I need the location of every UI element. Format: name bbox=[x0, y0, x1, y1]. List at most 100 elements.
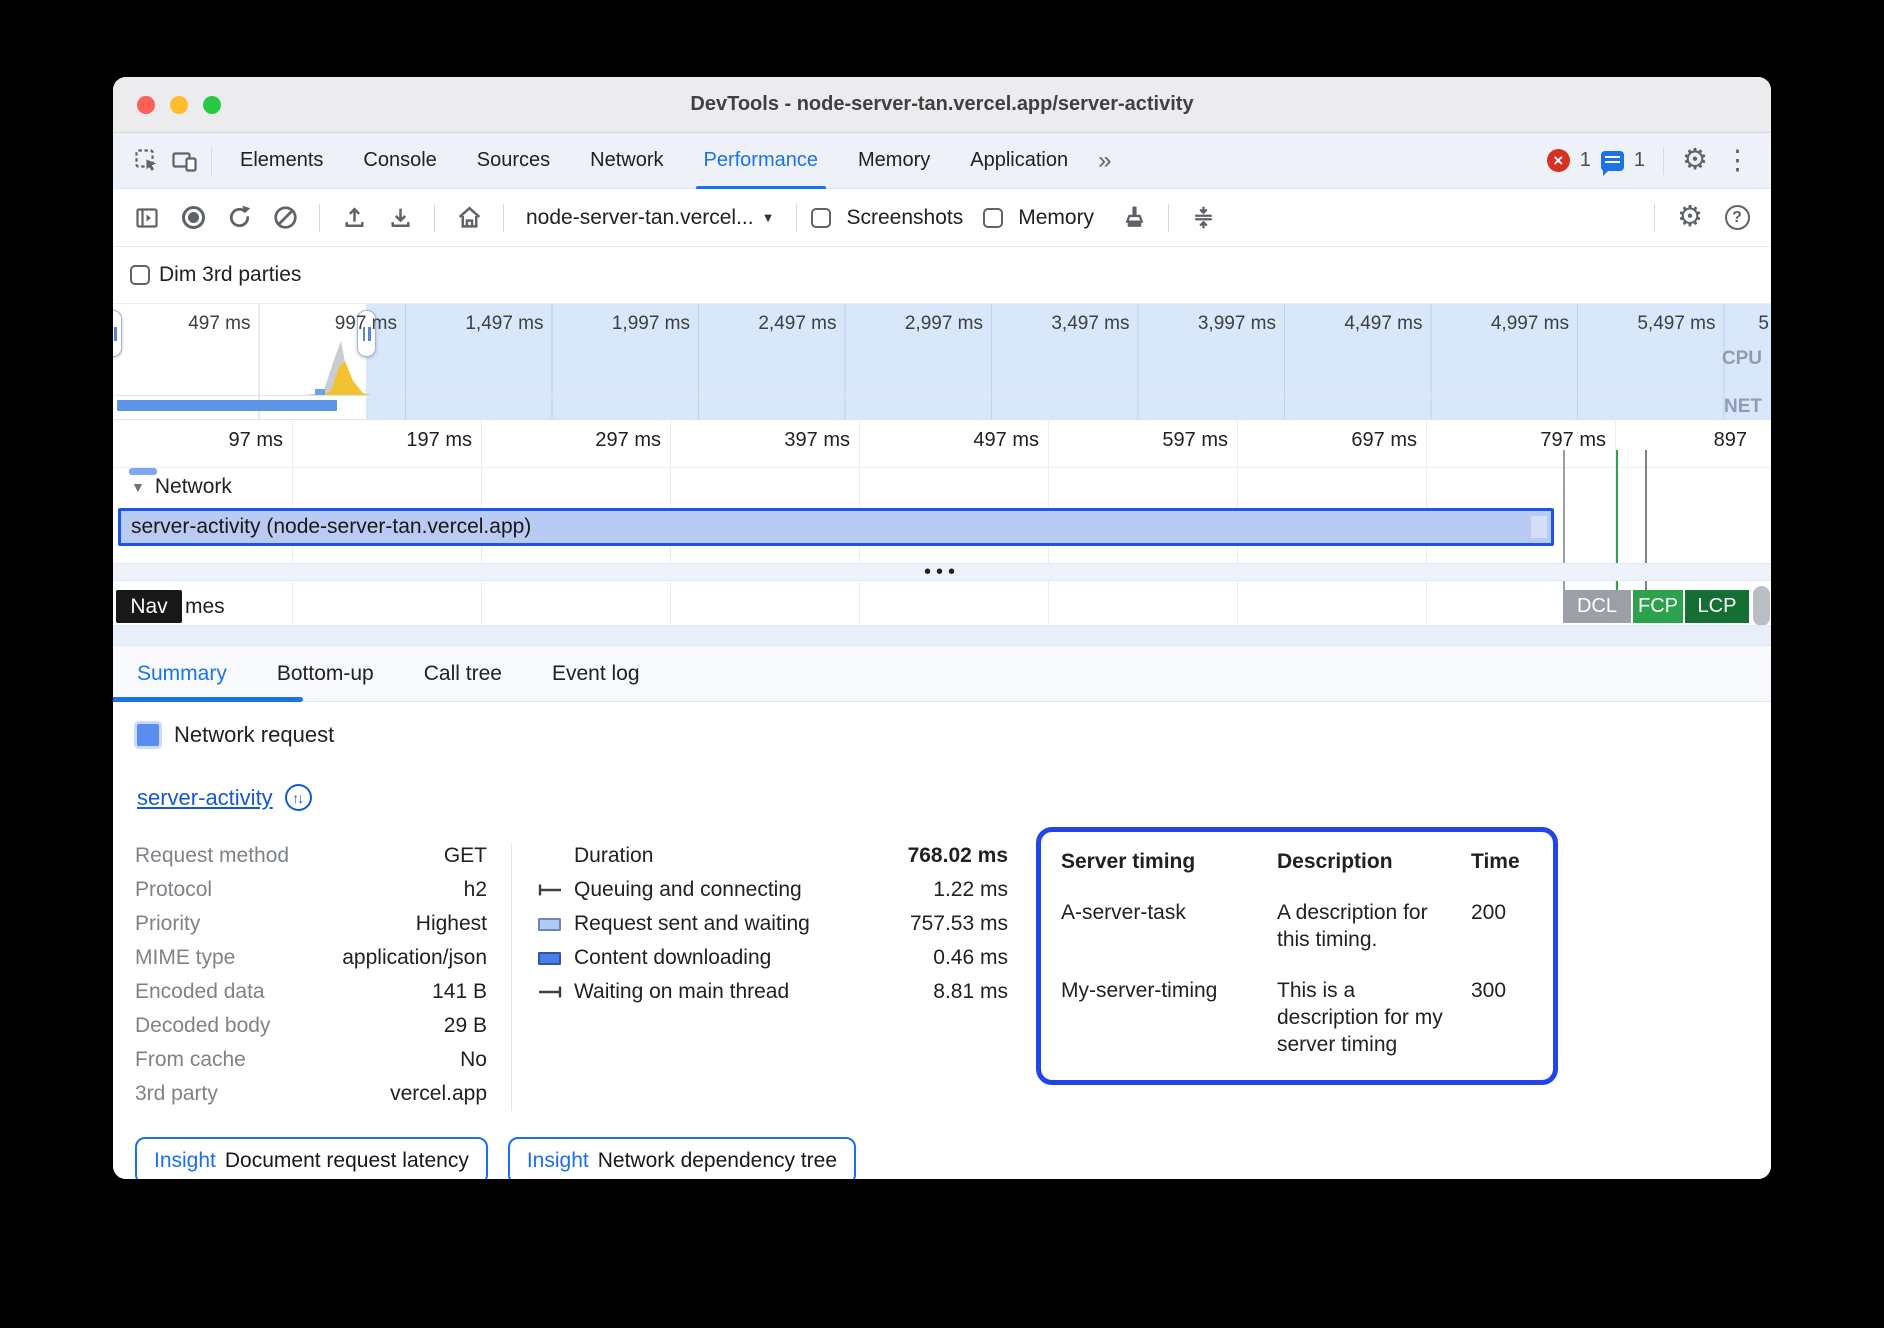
right-whisker-icon bbox=[538, 985, 574, 999]
light-bar-icon bbox=[538, 918, 574, 931]
divider bbox=[319, 204, 320, 232]
screenshots-checkbox[interactable] bbox=[811, 208, 831, 228]
overview-tick: 4,497 ms bbox=[1344, 313, 1422, 335]
garbage-collect-icon[interactable] bbox=[1114, 198, 1154, 238]
insight-document-request-latency-button[interactable]: Insight Document request latency bbox=[135, 1137, 488, 1179]
scrollbar-thumb[interactable] bbox=[1753, 586, 1770, 626]
upload-profile-icon[interactable] bbox=[334, 198, 374, 238]
network-request-bar-label: server-activity (node-server-tan.vercel.… bbox=[131, 515, 531, 539]
target-selector-dropdown[interactable]: node-server-tan.vercel...▼ bbox=[526, 206, 774, 230]
request-link[interactable]: server-activity bbox=[137, 785, 273, 811]
help-icon[interactable]: ? bbox=[1717, 198, 1757, 238]
request-properties: Request methodGET Protocolh2 PriorityHig… bbox=[135, 839, 487, 1111]
tab-sources[interactable]: Sources bbox=[457, 133, 570, 189]
perf-settings-gear-icon[interactable]: ⚙ bbox=[1677, 203, 1703, 232]
summary-panel: Network request server-activity ↑↓ Reque… bbox=[113, 702, 1771, 1179]
reveal-in-network-icon[interactable]: ↑↓ bbox=[285, 784, 312, 811]
network-track-header[interactable]: ▼ Network bbox=[131, 475, 232, 499]
tab-summary[interactable]: Summary bbox=[137, 662, 227, 686]
insight-network-dependency-tree-button[interactable]: Insight Network dependency tree bbox=[508, 1137, 856, 1179]
overview-tick: 2,497 ms bbox=[758, 313, 836, 335]
memory-checkbox[interactable] bbox=[983, 208, 1003, 228]
net-track-divider bbox=[113, 395, 1771, 396]
fcp-marker-badge[interactable]: FCP bbox=[1633, 590, 1683, 623]
request-details: Request methodGET Protocolh2 PriorityHig… bbox=[135, 839, 1747, 1111]
settings-gear-icon[interactable]: ⚙ bbox=[1682, 146, 1708, 175]
server-timing-time: 200 bbox=[1471, 899, 1533, 953]
home-icon[interactable] bbox=[449, 198, 489, 238]
timing-label: Content downloading bbox=[574, 941, 933, 975]
network-request-swatch bbox=[137, 724, 159, 746]
tab-application[interactable]: Application bbox=[950, 133, 1088, 189]
ruler-divider bbox=[113, 467, 1771, 468]
record-icon[interactable] bbox=[173, 198, 213, 238]
divider bbox=[1168, 204, 1169, 232]
reload-and-record-icon[interactable] bbox=[219, 198, 259, 238]
property-label: From cache bbox=[135, 1043, 246, 1077]
dim-third-parties-label: Dim 3rd parties bbox=[159, 263, 301, 287]
track-separator[interactable]: ••• bbox=[113, 563, 1771, 581]
tab-memory[interactable]: Memory bbox=[838, 133, 950, 189]
close-window-button[interactable] bbox=[137, 96, 155, 114]
divider bbox=[503, 204, 504, 232]
property-row: Encoded data141 B bbox=[135, 975, 487, 1009]
dcl-marker-badge[interactable]: DCL bbox=[1563, 590, 1631, 623]
timing-label: Queuing and connecting bbox=[574, 873, 933, 907]
minimize-window-button[interactable] bbox=[170, 96, 188, 114]
issues-icon[interactable] bbox=[1601, 151, 1624, 171]
timeline-overview[interactable]: CPU NET 497 ms997 ms1,497 ms1,997 ms2,49… bbox=[113, 303, 1771, 420]
toggle-sidebar-icon[interactable] bbox=[127, 198, 167, 238]
property-value: application/json bbox=[342, 941, 487, 975]
performance-toolbar: node-server-tan.vercel...▼ Screenshots M… bbox=[113, 189, 1771, 247]
property-label: Priority bbox=[135, 907, 200, 941]
bottom-tab-bar: Summary Bottom-up Call tree Event log bbox=[113, 645, 1771, 702]
device-toolbar-icon[interactable] bbox=[165, 142, 203, 180]
insight-prefix: Insight bbox=[527, 1149, 589, 1173]
kebab-menu-icon[interactable]: ⋮ bbox=[1718, 145, 1757, 176]
traffic-lights bbox=[137, 96, 221, 114]
overview-left-handle[interactable] bbox=[113, 310, 122, 357]
tab-event-log[interactable]: Event log bbox=[552, 662, 640, 686]
download-profile-icon[interactable] bbox=[380, 198, 420, 238]
insight-buttons: Insight Document request latency Insight… bbox=[135, 1137, 1747, 1179]
dim-third-parties-checkbox[interactable] bbox=[130, 265, 150, 285]
overview-tick: 497 ms bbox=[188, 313, 250, 335]
timing-label: Duration bbox=[574, 839, 908, 873]
timing-row: Content downloading 0.46 ms bbox=[538, 941, 1008, 975]
overview-tick: 997 ms bbox=[335, 313, 397, 335]
time-header: Time bbox=[1471, 848, 1533, 875]
clear-icon[interactable] bbox=[265, 198, 305, 238]
network-request-bar[interactable]: server-activity (node-server-tan.vercel.… bbox=[118, 508, 1554, 546]
track-resize-handle[interactable] bbox=[129, 468, 157, 475]
server-timing-name: My-server-timing bbox=[1061, 977, 1263, 1058]
timing-value: 768.02 ms bbox=[908, 839, 1008, 873]
timing-label: Request sent and waiting bbox=[574, 907, 910, 941]
tab-call-tree[interactable]: Call tree bbox=[424, 662, 502, 686]
devtools-window: DevTools - node-server-tan.vercel.app/se… bbox=[113, 77, 1771, 1179]
tab-performance[interactable]: Performance bbox=[684, 133, 839, 189]
property-value: No bbox=[460, 1043, 487, 1077]
tab-network[interactable]: Network bbox=[570, 133, 683, 189]
inspect-element-icon[interactable] bbox=[127, 142, 165, 180]
timing-row: Duration 768.02 ms bbox=[538, 839, 1008, 873]
request-timings: Duration 768.02 ms Queuing and connectin… bbox=[538, 839, 1008, 1009]
maximize-window-button[interactable] bbox=[203, 96, 221, 114]
timing-value: 0.46 ms bbox=[933, 941, 1008, 975]
legend-row: Network request bbox=[137, 722, 1747, 748]
error-icon[interactable]: × bbox=[1547, 149, 1570, 172]
more-tabs-icon[interactable]: » bbox=[1088, 147, 1121, 175]
lcp-marker-badge[interactable]: LCP bbox=[1685, 590, 1749, 623]
timeline-tracks[interactable]: ▼ Network server-activity (node-server-t… bbox=[113, 420, 1771, 645]
disclosure-triangle-icon[interactable]: ▼ bbox=[131, 479, 145, 495]
property-row: MIME typeapplication/json bbox=[135, 941, 487, 975]
tab-elements[interactable]: Elements bbox=[220, 133, 343, 189]
tab-console[interactable]: Console bbox=[343, 133, 456, 189]
divider bbox=[434, 204, 435, 232]
cpu-label: CPU bbox=[1722, 348, 1762, 370]
column-divider bbox=[511, 843, 512, 1111]
collapse-sections-icon[interactable] bbox=[1183, 198, 1223, 238]
timing-value: 8.81 ms bbox=[933, 975, 1008, 1009]
timeline-tick: 597 ms bbox=[1162, 429, 1228, 452]
property-label: 3rd party bbox=[135, 1077, 218, 1111]
tab-bottom-up[interactable]: Bottom-up bbox=[277, 662, 374, 686]
